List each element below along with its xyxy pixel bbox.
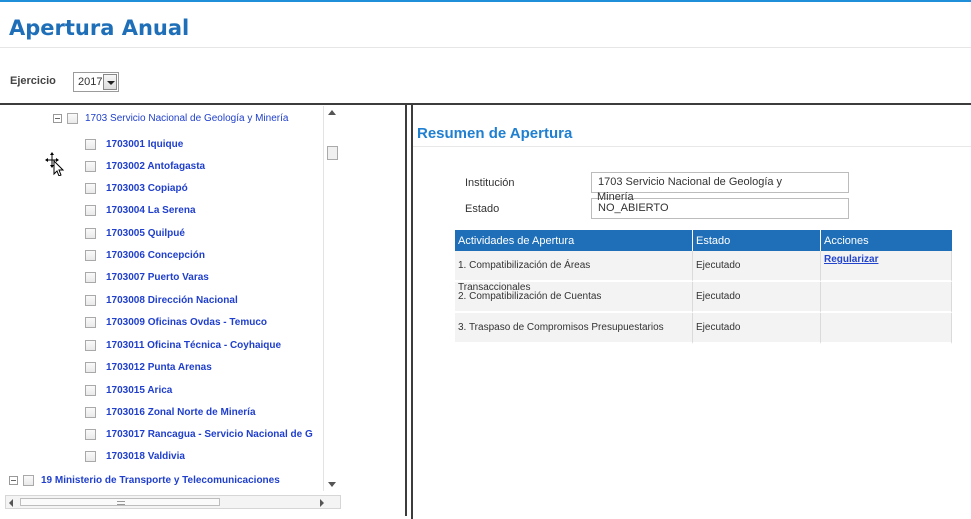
year-label: Ejercicio: [10, 75, 56, 87]
tree-node-child[interactable]: 1703005 Quilpué: [85, 223, 185, 243]
vertical-scrollbar[interactable]: [323, 106, 340, 491]
checkbox[interactable]: [85, 138, 96, 150]
tree-node-child[interactable]: 1703004 La Serena: [85, 200, 196, 220]
scroll-left-icon[interactable]: [9, 499, 13, 507]
tree-node-child[interactable]: 1703003 Copiapó: [85, 178, 188, 198]
action-cell: [821, 282, 952, 313]
tree-node-label[interactable]: 1703015 Arica: [106, 385, 172, 396]
estado-value: NO_ABIERTO: [598, 202, 669, 214]
tree-panel: 1703 Servicio Nacional de Geología y Min…: [5, 104, 407, 516]
checkbox[interactable]: [85, 227, 96, 239]
checkbox[interactable]: [85, 160, 96, 172]
scroll-down-icon[interactable]: [328, 482, 336, 487]
action-cell: Regularizar: [821, 251, 952, 282]
checkbox[interactable]: [85, 182, 96, 194]
move-cursor-icon: [45, 152, 65, 176]
collapse-icon[interactable]: [53, 113, 62, 123]
status-cell: Ejecutado: [693, 282, 821, 313]
tree-node-label[interactable]: 1703016 Zonal Norte de Minería: [106, 407, 256, 418]
tree-node-child[interactable]: 1703007 Puerto Varas: [85, 267, 209, 287]
tree-node-label[interactable]: 1703018 Valdivia: [106, 451, 185, 462]
tree-node-label[interactable]: 1703005 Quilpué: [106, 228, 185, 239]
tree-node-child[interactable]: 1703001 Iquique: [85, 134, 183, 154]
tree-node-child[interactable]: 1703011 Oficina Técnica - Coyhaique: [85, 335, 281, 355]
tree-node-label[interactable]: 1703004 La Serena: [106, 205, 196, 216]
tree-node-child[interactable]: 1703016 Zonal Norte de Minería: [85, 402, 256, 422]
column-header: Actividades de Apertura: [455, 230, 693, 251]
tree-node-parent[interactable]: 19 Ministerio de Transporte y Telecomuni…: [9, 470, 280, 490]
scroll-right-icon[interactable]: [320, 499, 324, 507]
checkbox[interactable]: [85, 204, 96, 216]
tree-node-label[interactable]: 1703 Servicio Nacional de Geología y Min…: [85, 113, 288, 124]
institucion-label: Institución: [465, 177, 515, 189]
tree-node-child[interactable]: 1703012 Punta Arenas: [85, 357, 212, 377]
tree-node-child[interactable]: 1703008 Dirección Nacional: [85, 290, 238, 310]
status-cell: Ejecutado: [693, 251, 821, 282]
page-title: Apertura Anual: [9, 16, 190, 40]
checkbox[interactable]: [85, 249, 96, 261]
tree-node-label[interactable]: 1703001 Iquique: [106, 139, 183, 150]
institucion-value: 1703 Servicio Nacional de Geología y: [598, 176, 783, 188]
checkbox[interactable]: [85, 406, 96, 418]
year-value: 2017: [78, 76, 103, 88]
tree-node-child[interactable]: 1703002 Antofagasta: [85, 156, 205, 176]
tree-node-label[interactable]: 1703009 Oficinas Ovdas - Temuco: [106, 317, 267, 328]
checkbox[interactable]: [23, 474, 34, 486]
checkbox[interactable]: [85, 361, 96, 373]
tree-node-label[interactable]: 1703012 Punta Arenas: [106, 362, 212, 373]
regularizar-link[interactable]: Regularizar: [824, 254, 878, 265]
institucion-overflow: Minería: [597, 191, 634, 203]
summary-header: Resumen de Apertura: [413, 117, 971, 147]
horizontal-scrollbar[interactable]: [5, 495, 341, 509]
tree-node-label[interactable]: 1703003 Copiapó: [106, 183, 188, 194]
column-header: Estado: [693, 230, 821, 251]
checkbox[interactable]: [85, 428, 96, 440]
table-header-row: Actividades de Apertura Estado Acciones: [455, 230, 952, 251]
title-bar: Apertura Anual: [0, 0, 971, 48]
column-header: Acciones: [821, 230, 952, 251]
tree-node-child[interactable]: 1703018 Valdivia: [85, 446, 185, 466]
checkbox[interactable]: [85, 271, 96, 283]
tree-node-label[interactable]: 1703007 Puerto Varas: [106, 272, 209, 283]
summary-panel: Resumen de Apertura Institución 1703 Ser…: [411, 105, 971, 519]
scroll-thumb[interactable]: [20, 498, 220, 506]
checkbox[interactable]: [85, 384, 96, 396]
table-row: 1. Compatibilización de Áreas Ejecutado …: [455, 251, 952, 282]
tree-node-label[interactable]: 1703006 Concepción: [106, 250, 205, 261]
scroll-thumb[interactable]: [327, 146, 338, 160]
action-cell: [821, 313, 952, 344]
tree-node-child[interactable]: 1703015 Arica: [85, 380, 172, 400]
tree-node-label[interactable]: 1703008 Dirección Nacional: [106, 295, 238, 306]
year-select[interactable]: 2017: [73, 72, 119, 92]
checkbox[interactable]: [67, 112, 78, 124]
checkbox[interactable]: [85, 450, 96, 462]
tree-node-label[interactable]: 19 Ministerio de Transporte y Telecomuni…: [41, 475, 280, 486]
activity-overflow: Transaccionales: [458, 282, 531, 293]
tree-node-label[interactable]: 1703017 Rancagua - Servicio Nacional de …: [106, 429, 313, 440]
tree-node-child[interactable]: 1703006 Concepción: [85, 245, 205, 265]
activity-cell: 3. Traspaso de Compromisos Presupuestari…: [455, 313, 693, 344]
summary-title: Resumen de Apertura: [417, 125, 573, 142]
tree-node-child[interactable]: 1703017 Rancagua - Servicio Nacional de …: [85, 424, 313, 444]
tree-node-parent[interactable]: 1703 Servicio Nacional de Geología y Min…: [53, 108, 288, 128]
checkbox[interactable]: [85, 316, 96, 328]
year-bar: Ejercicio 2017: [0, 60, 971, 104]
collapse-icon[interactable]: [9, 475, 18, 485]
tree-node-label[interactable]: 1703002 Antofagasta: [106, 161, 205, 172]
activity-cell: 1. Compatibilización de Áreas: [455, 251, 693, 282]
dropdown-arrow-icon[interactable]: [103, 74, 117, 90]
table-row: 3. Traspaso de Compromisos Presupuestari…: [455, 313, 952, 344]
scroll-up-icon[interactable]: [328, 110, 336, 115]
checkbox[interactable]: [85, 339, 96, 351]
status-cell: Ejecutado: [693, 313, 821, 344]
tree-node-label[interactable]: 1703011 Oficina Técnica - Coyhaique: [106, 340, 281, 351]
tree-node-child[interactable]: 1703009 Oficinas Ovdas - Temuco: [85, 312, 267, 332]
estado-label: Estado: [465, 203, 500, 215]
institucion-field[interactable]: 1703 Servicio Nacional de Geología y: [591, 172, 849, 193]
checkbox[interactable]: [85, 294, 96, 306]
